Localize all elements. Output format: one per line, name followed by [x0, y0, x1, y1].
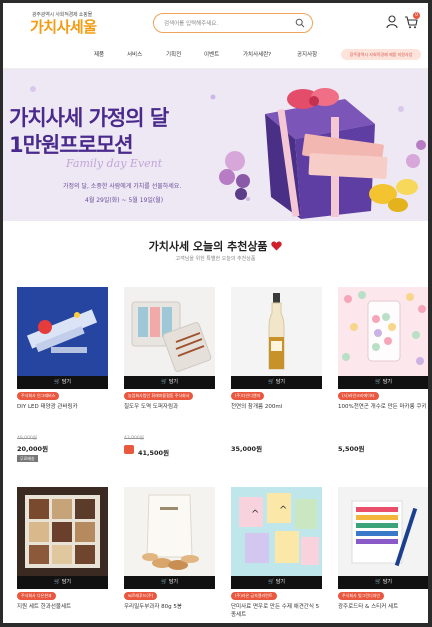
coupon-icon — [124, 445, 134, 454]
seller-badge: (주)라온 금속엘리먼트 — [231, 592, 277, 600]
product-image[interactable] — [338, 287, 428, 376]
product-price: 5,500원 — [338, 445, 365, 453]
add-to-cart-button[interactable]: 🛒 담기 — [124, 376, 215, 389]
product-price: 20,000원 — [17, 445, 49, 453]
add-to-cart-label: 담기 — [275, 579, 286, 585]
add-to-cart-label: 담기 — [382, 579, 393, 585]
free-shipping-badge: 무료배송 — [17, 455, 38, 462]
main-nav: 제품 서비스 기획전 이벤트 가치사세란? 공지사항 광주광역시 사회적경제 제… — [3, 47, 428, 63]
product-price: 41,500원 — [138, 449, 170, 457]
add-to-cart-label: 담기 — [61, 579, 72, 585]
seller-badge: 주식회사 인그래비스 — [17, 392, 60, 400]
cart-count-badge: 0 — [413, 12, 420, 19]
seller-badge: (주)다인디앤미 — [231, 392, 265, 400]
promo-banner[interactable]: 가치사세 가정의 달 1만원프로모션 Family day Event 가정의 … — [3, 69, 428, 221]
add-to-cart-button[interactable]: 🛒 담기 — [338, 376, 428, 389]
product-name[interactable]: 단미사료 면우로 만든 수제 애견간식 5종세트 — [231, 603, 322, 619]
add-to-cart-button[interactable]: 🛒 담기 — [17, 576, 108, 589]
user-icon[interactable] — [386, 15, 398, 29]
site-header: 광주광역시 사회적경제 쇼핑몰 가치사세울 검색어를 입력해주세요. 0 제품 … — [3, 3, 428, 69]
nav-item-about[interactable]: 가치사세란? — [243, 50, 271, 58]
nav-item-events[interactable]: 이벤트 — [204, 50, 219, 58]
product-image[interactable] — [17, 487, 108, 576]
section-subtitle: 고객님을 위한 특별한 오늘의 추천상품 — [175, 256, 256, 262]
product-name[interactable]: 천연의 참개름 200ml — [231, 403, 322, 411]
banner-subtext: 가정의 달, 소중한 사람에게 가치를 선물하세요. — [63, 183, 182, 190]
support-program-pill[interactable]: 광주광역시 사회적경제 제품 지원사업 — [341, 49, 421, 60]
product-name[interactable]: DIY LED 태양광 관바링카 — [17, 403, 108, 411]
seller-badge: (사)라인크리에이터 — [338, 392, 379, 400]
product-image[interactable]: ^ ^ — [231, 487, 322, 576]
svg-text:^: ^ — [279, 505, 287, 516]
add-to-cart-button[interactable]: 🛒 담기 — [17, 376, 108, 389]
banner-date: 4월 29일(화) ~ 5월 19일(월) — [85, 197, 164, 204]
search-icon[interactable] — [295, 18, 305, 28]
add-to-cart-label: 담기 — [275, 379, 286, 385]
svg-text:^: ^ — [251, 509, 259, 520]
seller-badge: 농업회사법인 휘래마을협동 주식회사 — [124, 392, 194, 400]
add-to-cart-label: 담기 — [168, 379, 179, 385]
add-to-cart-label: 담기 — [61, 379, 72, 385]
add-to-cart-button[interactable]: 🛒 담기 — [231, 576, 322, 589]
product-image[interactable] — [338, 487, 428, 576]
product-name[interactable]: 100%천연곤 개수로 만든 마카롱 쿠키 — [338, 403, 428, 411]
add-to-cart-button[interactable]: 🛒 담기 — [231, 376, 322, 389]
nav-item-notice[interactable]: 공지사항 — [297, 50, 317, 58]
product-image[interactable] — [124, 287, 215, 376]
banner-headline-2: 1만원프로모션 — [9, 133, 134, 157]
product-name[interactable]: 칠도우 도역 도퍼자림과 — [124, 403, 215, 411]
page: 광주광역시 사회적경제 쇼핑몰 가치사세울 검색어를 입력해주세요. 0 제품 … — [3, 3, 428, 623]
site-logo[interactable]: 가치사세울 — [30, 16, 97, 37]
product-image[interactable] — [124, 487, 215, 576]
product-name[interactable]: 광주로드타 & 스티커 세트 — [338, 603, 428, 611]
section-title: 가치사세 오늘의 추천상품 — [3, 238, 428, 254]
nav-item-services[interactable]: 서비스 — [127, 50, 142, 58]
seller-badge: 주식회사 빛그린디자인 — [338, 592, 385, 600]
search-placeholder: 검색어를 입력해주세요. — [164, 21, 219, 27]
nav-item-products[interactable]: 제품 — [94, 50, 104, 58]
seller-badge: 씨르레푸드(주) — [124, 592, 158, 600]
add-to-cart-label: 담기 — [168, 579, 179, 585]
add-to-cart-label: 담기 — [382, 379, 393, 385]
product-name[interactable]: 우리밀두부과자 80g 5봉 — [124, 603, 215, 611]
add-to-cart-button[interactable]: 🛒 담기 — [338, 576, 428, 589]
heart-icon — [271, 241, 283, 251]
search-input[interactable]: 검색어를 입력해주세요. — [153, 13, 313, 33]
original-price: 43,000원 — [124, 436, 144, 441]
product-price: 35,000원 — [231, 445, 263, 453]
product-image[interactable] — [231, 287, 322, 376]
seller-badge: 주식회사 다은한과 — [17, 592, 56, 600]
section-title-text: 가치사세 오늘의 추천상품 — [148, 240, 268, 253]
banner-headline-1: 가치사세 가정의 달 — [9, 106, 169, 130]
banner-script-text: Family day Event — [66, 157, 163, 170]
product-image[interactable] — [17, 287, 108, 376]
add-to-cart-button[interactable]: 🛒 담기 — [124, 576, 215, 589]
product-name[interactable]: 지원 세트 한과선물세트 — [17, 603, 108, 611]
original-price: 48,000원 — [17, 436, 37, 441]
nav-item-exhibitions[interactable]: 기획전 — [166, 50, 181, 58]
